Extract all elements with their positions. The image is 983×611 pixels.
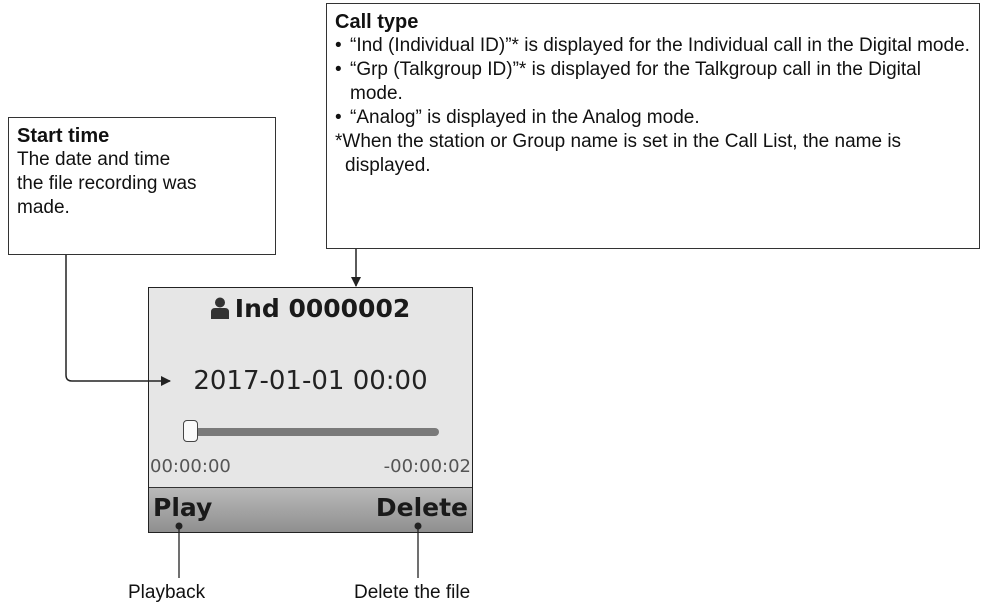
delete-file-label: Delete the file	[354, 582, 471, 603]
connector-lines	[65, 249, 422, 578]
playback-label: Playback	[128, 582, 206, 603]
delete-dot	[414, 522, 422, 530]
start-time-arrow	[65, 255, 171, 386]
play-dot	[175, 522, 183, 530]
